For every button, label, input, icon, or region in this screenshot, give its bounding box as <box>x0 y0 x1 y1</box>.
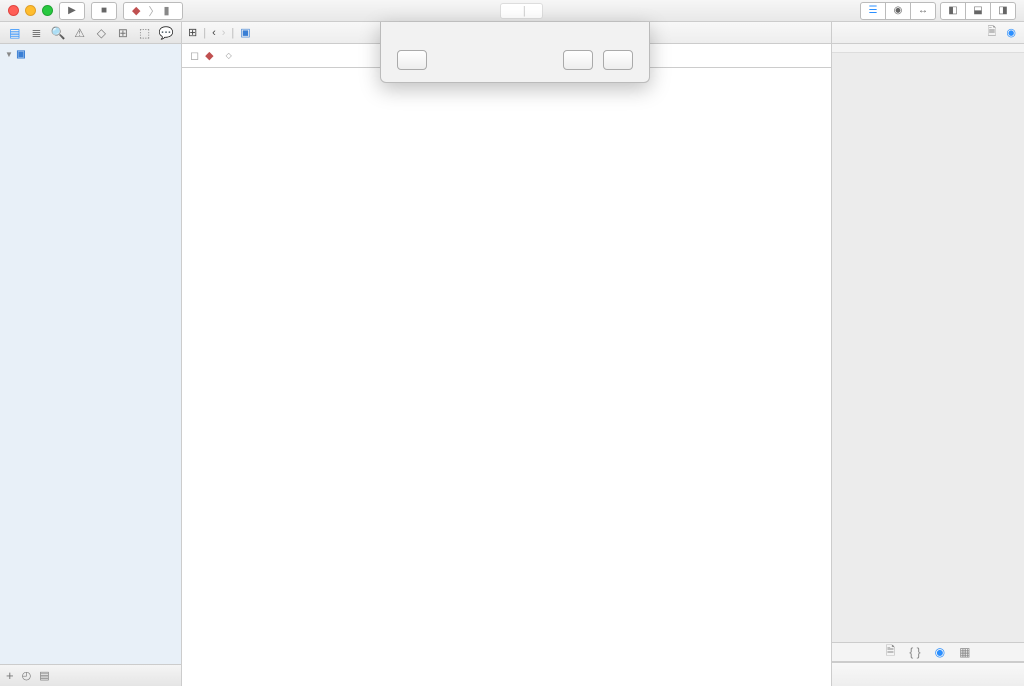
library-tabs: 🗎 { } ◉ ▦ <box>832 642 1024 662</box>
project-root[interactable]: ▼▣ <box>0 46 181 62</box>
back-button[interactable]: ‹ <box>212 27 216 39</box>
issue-navigator-tab[interactable]: ⚠ <box>72 26 88 40</box>
close-window[interactable] <box>8 5 19 16</box>
target-icon: ◆ <box>205 49 213 62</box>
quick-help-title <box>832 44 1024 53</box>
device-icon: ▮ <box>163 4 169 17</box>
media-library-tab[interactable]: ▦ <box>959 645 970 659</box>
library-footer <box>832 662 1024 686</box>
related-items-icon[interactable]: ⊞ <box>188 26 197 39</box>
navigator-footer: + ◴ ▤ <box>0 664 181 686</box>
window-controls <box>8 5 53 16</box>
minimize-window[interactable] <box>25 5 36 16</box>
scheme-selector[interactable]: ◆ 〉 ▮ <box>123 2 183 20</box>
inspector-tabs: 🗎 ◉ <box>832 22 1024 44</box>
zoom-window[interactable] <box>42 5 53 16</box>
join-program-button[interactable] <box>397 50 427 70</box>
project-icon: ▣ <box>14 47 28 61</box>
report-navigator-tab[interactable]: 💬 <box>158 26 174 40</box>
app-icon: ◆ <box>132 4 140 17</box>
developer-program-sheet <box>380 22 650 83</box>
filter-scm-button[interactable]: ▤ <box>39 669 49 682</box>
navigator-panel: ▤ ≣ 🔍 ⚠ ◇ ⊞ ⬚ 💬 ▼▣ + ◴ ▤ <box>0 22 182 686</box>
project-navigator-tab[interactable]: ▤ <box>7 26 23 40</box>
object-library-tab[interactable]: ◉ <box>935 645 945 659</box>
filter-recent-button[interactable]: ◴ <box>22 669 32 682</box>
symbol-navigator-tab[interactable]: ≣ <box>28 26 44 40</box>
test-navigator-tab[interactable]: ◇ <box>93 26 109 40</box>
add-button[interactable]: + <box>6 668 14 683</box>
project-tree: ▼▣ <box>0 44 181 664</box>
toggle-navigator-button[interactable]: ◧ <box>940 2 966 20</box>
cancel-button[interactable] <box>563 50 593 70</box>
standard-editor-button[interactable]: ☰ <box>860 2 886 20</box>
find-navigator-tab[interactable]: 🔍 <box>50 26 66 40</box>
toggle-debug-button[interactable]: ⬓ <box>965 2 991 20</box>
file-templates-tab[interactable]: 🗎 <box>886 642 896 663</box>
stop-button[interactable]: ■ <box>91 2 117 20</box>
breakpoint-navigator-tab[interactable]: ⬚ <box>137 26 153 40</box>
run-button[interactable]: ▶ <box>59 2 85 20</box>
quick-help-tab[interactable]: ◉ <box>1006 26 1016 39</box>
version-editor-button[interactable]: ↔ <box>910 2 936 20</box>
code-snippets-tab[interactable]: { } <box>909 645 920 659</box>
quick-help-body <box>832 53 1024 642</box>
assistant-editor-button[interactable]: ◉ <box>885 2 911 20</box>
titlebar: ▶ ■ ◆ 〉 ▮ | ☰ ◉ ↔ ◧ ⬓ ◨ <box>0 0 1024 22</box>
file-inspector-tab[interactable]: 🗎 <box>988 23 997 42</box>
jumpbar-project-icon: ▣ <box>240 26 250 39</box>
toggle-inspector-button[interactable]: ◨ <box>990 2 1016 20</box>
targets-list-toggle[interactable]: ◻ <box>190 49 199 62</box>
add-account-button[interactable] <box>603 50 633 70</box>
utilities-panel: 🗎 ◉ 🗎 { } ◉ ▦ <box>832 22 1024 686</box>
debug-navigator-tab[interactable]: ⊞ <box>115 26 131 40</box>
capabilities-list <box>182 68 831 686</box>
forward-button[interactable]: › <box>222 27 226 39</box>
navigator-tabs: ▤ ≣ 🔍 ⚠ ◇ ⊞ ⬚ 💬 <box>0 22 181 44</box>
editor-area: ⊞ | ‹ › | ▣ ◻ ◆ ◇ <box>182 22 832 686</box>
activity-view: | <box>500 3 543 19</box>
